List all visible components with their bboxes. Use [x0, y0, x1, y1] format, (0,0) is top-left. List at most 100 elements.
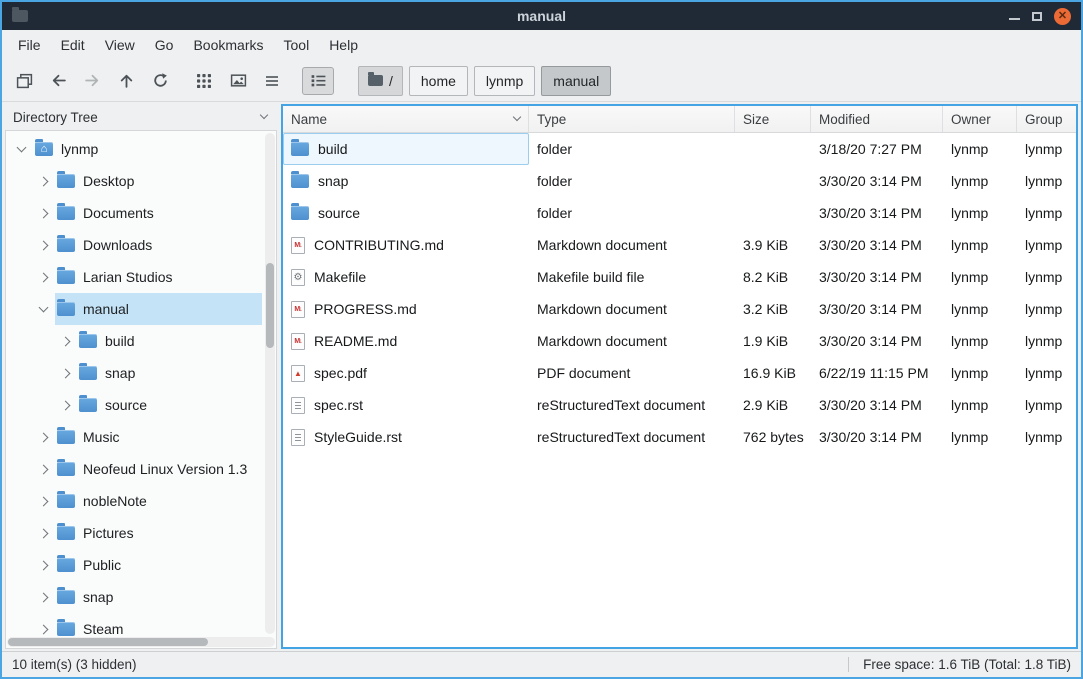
file-modified-cell: 3/30/20 3:14 PM	[811, 389, 943, 421]
folder-icon	[291, 206, 309, 220]
directory-tree: lynmp Desktop Docume	[6, 131, 276, 636]
tree-item-neofeud[interactable]: Neofeud Linux Version 1.3	[6, 453, 262, 485]
tree-item-music[interactable]: Music	[6, 421, 262, 453]
tree-item-noblenote[interactable]: nobleNote	[6, 485, 262, 517]
column-label: Group	[1025, 112, 1063, 127]
tree-item-source[interactable]: source	[6, 389, 262, 421]
file-row-snap[interactable]: snap folder 3/30/20 3:14 PM lynmp lynmp	[283, 165, 1076, 197]
expander-collapsed-icon[interactable]	[39, 272, 49, 282]
tree-item-documents[interactable]: Documents	[6, 197, 262, 229]
expander-collapsed-icon[interactable]	[39, 496, 49, 506]
back-button[interactable]	[44, 67, 72, 95]
expander-collapsed-icon[interactable]	[39, 528, 49, 538]
folder-icon	[57, 558, 75, 572]
tree-item-snap-2[interactable]: snap	[6, 581, 262, 613]
sidebar-horizontal-scrollbar[interactable]	[7, 637, 275, 647]
file-row-makefile[interactable]: Makefile Makefile build file 8.2 KiB 3/3…	[283, 261, 1076, 293]
expander-collapsed-icon[interactable]	[39, 560, 49, 570]
column-label: Type	[537, 112, 566, 127]
expander-collapsed-icon[interactable]	[39, 624, 49, 634]
minimize-button[interactable]	[1009, 18, 1020, 20]
sidebar: Directory Tree lynmp	[5, 104, 277, 649]
tree-item-manual[interactable]: manual	[6, 293, 262, 325]
column-header-name[interactable]: Name	[283, 106, 529, 132]
menu-edit[interactable]: Edit	[51, 32, 95, 58]
tree-item-steam[interactable]: Steam	[6, 613, 262, 636]
compact-view-button[interactable]	[258, 67, 286, 95]
expander-collapsed-icon[interactable]	[39, 176, 49, 186]
folder-icon	[57, 270, 75, 284]
expander-collapsed-icon[interactable]	[61, 400, 71, 410]
folder-icon	[57, 462, 75, 476]
expander-collapsed-icon[interactable]	[39, 592, 49, 602]
file-row-spec-pdf[interactable]: spec.pdf PDF document 16.9 KiB 6/22/19 1…	[283, 357, 1076, 389]
sidebar-mode-selector[interactable]: Directory Tree	[5, 104, 277, 130]
tree-item-snap[interactable]: snap	[6, 357, 262, 389]
icon-view-button[interactable]	[190, 67, 218, 95]
file-row-build[interactable]: build folder 3/18/20 7:27 PM lynmp lynmp	[283, 133, 1076, 165]
directory-tree-panel: lynmp Desktop Docume	[5, 130, 277, 649]
path-root-label: /	[389, 73, 393, 89]
tree-item-label: Larian Studios	[83, 269, 173, 285]
tree-item-build[interactable]: build	[6, 325, 262, 357]
column-header-modified[interactable]: Modified	[811, 106, 943, 132]
file-row-contributing-md[interactable]: CONTRIBUTING.md Markdown document 3.9 Ki…	[283, 229, 1076, 261]
path-breadcrumb: / home lynmp manual	[352, 66, 611, 96]
tree-item-body: nobleNote	[55, 485, 262, 517]
up-button[interactable]	[112, 67, 140, 95]
menu-go[interactable]: Go	[145, 32, 184, 58]
menu-file[interactable]: File	[8, 32, 51, 58]
expander-expanded-icon[interactable]	[17, 142, 27, 152]
new-window-button[interactable]	[10, 67, 38, 95]
expander-collapsed-icon[interactable]	[39, 432, 49, 442]
expander-collapsed-icon[interactable]	[39, 208, 49, 218]
column-header-size[interactable]: Size	[735, 106, 811, 132]
maximize-button[interactable]	[1032, 12, 1042, 21]
file-row-spec-rst[interactable]: spec.rst reStructuredText document 2.9 K…	[283, 389, 1076, 421]
reload-button[interactable]	[146, 67, 174, 95]
tree-item-lynmp[interactable]: lynmp	[6, 133, 262, 165]
file-name-cell: source	[283, 197, 529, 229]
column-header-owner[interactable]: Owner	[943, 106, 1017, 132]
path-segment-lynmp[interactable]: lynmp	[474, 66, 535, 96]
file-row-source[interactable]: source folder 3/30/20 3:14 PM lynmp lynm…	[283, 197, 1076, 229]
folder-icon	[57, 174, 75, 188]
path-segment-manual[interactable]: manual	[541, 66, 611, 96]
column-header-group[interactable]: Group	[1017, 106, 1076, 132]
file-row-progress-md[interactable]: PROGRESS.md Markdown document 3.2 KiB 3/…	[283, 293, 1076, 325]
tree-item-downloads[interactable]: Downloads	[6, 229, 262, 261]
menu-view[interactable]: View	[95, 32, 145, 58]
file-size-cell: 8.2 KiB	[735, 261, 811, 293]
tree-item-desktop[interactable]: Desktop	[6, 165, 262, 197]
folder-icon	[291, 142, 309, 156]
detailed-list-view-button[interactable]	[302, 67, 334, 95]
sidebar-vertical-scrollbar[interactable]	[265, 133, 275, 634]
expander-collapsed-icon[interactable]	[61, 336, 71, 346]
path-segment-home[interactable]: home	[409, 66, 468, 96]
tree-item-label: Public	[83, 557, 121, 573]
menu-help[interactable]: Help	[319, 32, 368, 58]
file-row-styleguide-rst[interactable]: StyleGuide.rst reStructuredText document…	[283, 421, 1076, 453]
tree-item-public[interactable]: Public	[6, 549, 262, 581]
home-folder-icon	[35, 142, 53, 156]
close-button[interactable]: ✕	[1054, 8, 1071, 25]
expander-collapsed-icon[interactable]	[61, 368, 71, 378]
expander-collapsed-icon[interactable]	[39, 240, 49, 250]
titlebar[interactable]: manual ✕	[2, 2, 1081, 30]
file-group-cell: lynmp	[1017, 229, 1076, 261]
file-name: source	[318, 205, 360, 221]
makefile-icon	[291, 269, 305, 286]
expander-collapsed-icon[interactable]	[39, 464, 49, 474]
scrollbar-thumb[interactable]	[8, 638, 208, 646]
menu-bookmarks[interactable]: Bookmarks	[183, 32, 273, 58]
path-root-button[interactable]: /	[358, 66, 403, 96]
menu-tool[interactable]: Tool	[274, 32, 320, 58]
forward-button[interactable]	[78, 67, 106, 95]
tree-item-pictures[interactable]: Pictures	[6, 517, 262, 549]
file-row-readme-md[interactable]: README.md Markdown document 1.9 KiB 3/30…	[283, 325, 1076, 357]
expander-expanded-icon[interactable]	[39, 302, 49, 312]
tree-item-larian-studios[interactable]: Larian Studios	[6, 261, 262, 293]
thumbnail-view-button[interactable]	[224, 67, 252, 95]
scrollbar-thumb[interactable]	[266, 263, 274, 348]
column-header-type[interactable]: Type	[529, 106, 735, 132]
